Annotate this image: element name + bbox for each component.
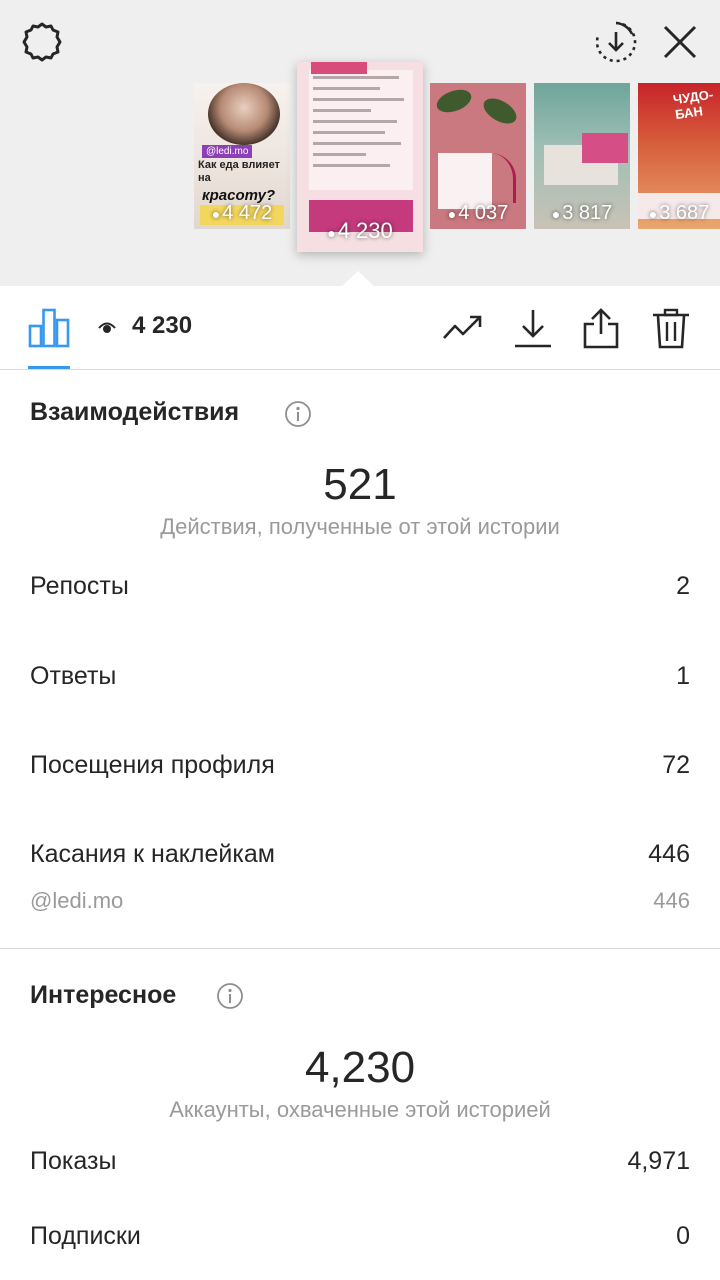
bar-chart-icon[interactable]: [28, 306, 70, 348]
story-image: [433, 85, 475, 117]
sticker-mention-label: @ledi.mo: [30, 888, 124, 913]
discovery-caption: Аккаунты, охваченные этой историей: [169, 1097, 551, 1122]
download-icon[interactable]: [512, 308, 554, 350]
story-text-lines: [313, 76, 409, 175]
story-view-count: ● 3 687: [638, 202, 720, 225]
section-divider: [0, 948, 720, 949]
insights-toolbar: 4 230: [0, 286, 720, 370]
trash-icon[interactable]: [650, 308, 692, 350]
interactions-total: 521: [323, 460, 397, 509]
story-headline: ЧУДО-БАН: [672, 86, 715, 123]
interactions-caption: Действия, полученные от этой истории: [160, 514, 560, 539]
story-view-count: ●4 230: [297, 218, 423, 244]
story-views-value: 4 037: [458, 202, 509, 224]
row-label-impressions: Показы: [30, 1147, 117, 1175]
story-arrow: [490, 153, 516, 203]
close-icon[interactable]: [660, 22, 700, 62]
story-tag: [311, 62, 367, 74]
story-tag: @ledi.mo: [202, 145, 253, 158]
story-views-value: 3 687: [659, 202, 710, 224]
story-image: [479, 93, 521, 129]
eye-icon: ●: [648, 206, 658, 222]
eye-icon: ●: [551, 206, 561, 222]
row-label-follows: Подписки: [30, 1222, 141, 1250]
gear-icon[interactable]: [20, 20, 64, 64]
story-thumbnail[interactable]: ● 3 817: [534, 83, 630, 229]
story-thumbnail-selected[interactable]: ●4 230: [297, 62, 423, 252]
story-image: [208, 83, 280, 145]
story-view-count: ● 4 037: [430, 202, 526, 225]
view-count: 4 230: [132, 312, 193, 339]
row-label-profile-visits: Посещения профиля: [30, 751, 275, 779]
eye-icon: [98, 322, 116, 333]
story-views-value: 4 472: [222, 202, 273, 224]
row-value-profile-visits: 72: [662, 751, 690, 779]
story-strip: @ledi.mo Как еда влияет на красоту? ● 4 4…: [0, 0, 720, 287]
story-card: [438, 153, 492, 209]
selection-pointer: [341, 271, 375, 287]
story-thumbnail[interactable]: ЧУДО-БАН ● 3 687: [638, 83, 720, 229]
story-thumbnail[interactable]: ● 4 037: [430, 83, 526, 229]
row-value-sticker-taps: 446: [648, 840, 690, 868]
story-sticker: [582, 133, 628, 163]
trend-icon[interactable]: [442, 308, 484, 350]
share-icon[interactable]: [580, 308, 622, 350]
row-value-follows: 0: [676, 1222, 690, 1250]
row-label-reposts: Репосты: [30, 572, 129, 600]
story-views-value: 4 230: [337, 218, 393, 243]
section-title-interactions: Взаимодействия: [30, 398, 240, 426]
story-thumbnail[interactable]: @ledi.mo Как еда влияет на красоту? ● 4 4…: [194, 83, 290, 229]
story-views-value: 3 817: [562, 202, 613, 224]
sticker-mention-value: 446: [653, 888, 690, 913]
info-icon[interactable]: [284, 400, 312, 428]
row-label-replies: Ответы: [30, 662, 117, 690]
discovery-total: 4,230: [304, 1043, 416, 1092]
eye-icon: ●: [447, 206, 457, 222]
info-icon[interactable]: [216, 982, 244, 1010]
active-tab-indicator: [28, 366, 70, 369]
row-value-impressions: 4,971: [627, 1147, 690, 1175]
section-title-discovery: Интересное: [30, 981, 177, 1009]
eye-icon: ●: [327, 225, 336, 241]
row-value-replies: 1: [676, 662, 690, 690]
story-view-count: ● 4 472: [194, 202, 290, 225]
story-view-count: ● 3 817: [534, 202, 630, 225]
row-label-sticker-taps: Касания к наклейкам: [30, 840, 275, 868]
save-to-device-icon[interactable]: [594, 20, 638, 64]
row-value-reposts: 2: [676, 572, 690, 600]
eye-icon: ●: [211, 206, 221, 222]
story-headline: Как еда влияет на: [198, 159, 280, 184]
